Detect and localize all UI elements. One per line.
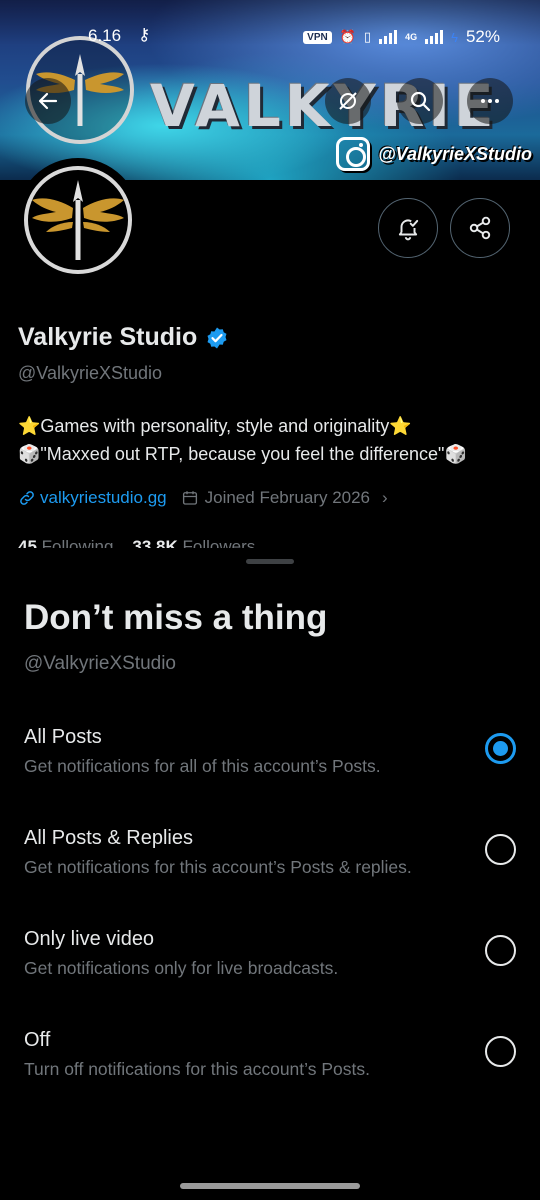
radio-all-posts[interactable] [485,733,516,764]
link-icon [20,491,34,505]
status-time: 6.16 [88,26,122,45]
share-icon [469,216,491,240]
option-description: Get notifications for this account’s Pos… [24,857,412,877]
sheet-subtitle: @ValkyrieXStudio [24,653,176,674]
profile-bio: ⭐Games with personality, style and origi… [18,412,528,468]
joined-date[interactable]: Joined February 2026 › [181,488,388,508]
search-icon [410,91,431,112]
more-options-button[interactable] [467,78,513,124]
option-off[interactable]: Off Turn off notifications for this acco… [0,1029,540,1129]
home-indicator[interactable] [180,1183,360,1189]
calendar-icon [182,491,197,505]
instagram-handle-text: @ValkyrieXStudio [378,143,532,164]
notification-bell-button[interactable] [378,198,438,258]
option-posts-and-replies[interactable]: All Posts & Replies Get notifications fo… [0,827,540,927]
option-description: Turn off notifications for this account’… [24,1059,370,1079]
verified-badge-icon[interactable] [205,326,229,350]
radio-only-live-video[interactable] [485,935,516,966]
chevron-right-icon: › [382,488,388,507]
sheet-title: Don’t miss a thing [24,598,328,637]
website-text: valkyriestudio.gg [40,488,167,507]
option-label: Only live video [24,928,155,950]
option-description: Get notifications only for live broadcas… [24,958,339,978]
charging-icon: ϟ [451,29,458,45]
bio-line-2: 🎲"Maxxed out RTP, because you feel the d… [18,444,467,464]
alarm-icon: ⏰ [339,29,356,44]
battery-percent: 52% [465,27,500,46]
option-label: All Posts [24,726,102,748]
radio-off[interactable] [485,1036,516,1067]
avatar-ring [24,166,132,274]
valkyrie-wings-logo-icon [32,180,124,260]
grok-icon [339,92,357,110]
bell-check-icon [398,219,419,241]
option-description: Get notifications for all of this accoun… [24,756,381,776]
banner-wordmark: VALKYRIE [150,72,498,140]
signal-icon [379,30,398,44]
profile-meta: valkyriestudio.gg Joined February 2026 › [18,488,388,508]
website-link[interactable]: valkyriestudio.gg [18,488,167,508]
sheet-drag-handle[interactable] [246,559,294,564]
more-dots-icon [481,99,499,103]
joined-text: Joined February 2026 [204,488,371,507]
instagram-handle: @ValkyrieXStudio [336,137,532,171]
profile-handle: @ValkyrieXStudio [18,363,162,383]
profile-display-name: Valkyrie Studio [18,323,229,352]
radio-posts-and-replies[interactable] [485,834,516,865]
network-type: 4G [405,32,418,42]
status-bar: 6.16 ⚷ VPN ⏰ ▯ 4G ϟ 52% [0,24,540,50]
option-label: Off [24,1029,51,1051]
option-only-live-video[interactable]: Only live video Get notifications only f… [0,928,540,1028]
option-label: All Posts & Replies [24,827,193,849]
bio-line-1: ⭐Games with personality, style and origi… [18,416,412,436]
search-button[interactable] [397,78,443,124]
grok-button[interactable] [325,78,371,124]
profile-avatar[interactable] [16,158,140,282]
vibrate-icon: ▯ [363,29,372,44]
signal-icon-2 [425,30,444,44]
notifications-bottom-sheet: Don’t miss a thing @ValkyrieXStudio All … [0,548,540,1200]
option-all-posts[interactable]: All Posts Get notifications for all of t… [0,726,540,826]
share-button[interactable] [450,198,510,258]
vpn-key-icon: ⚷ [138,25,151,44]
status-icons: VPN ⏰ ▯ 4G ϟ 52% [303,27,500,47]
back-arrow-icon [38,92,58,110]
back-button[interactable] [25,78,71,124]
vpn-badge: VPN [303,30,332,44]
display-name-text: Valkyrie Studio [18,323,198,351]
instagram-icon [336,137,371,171]
